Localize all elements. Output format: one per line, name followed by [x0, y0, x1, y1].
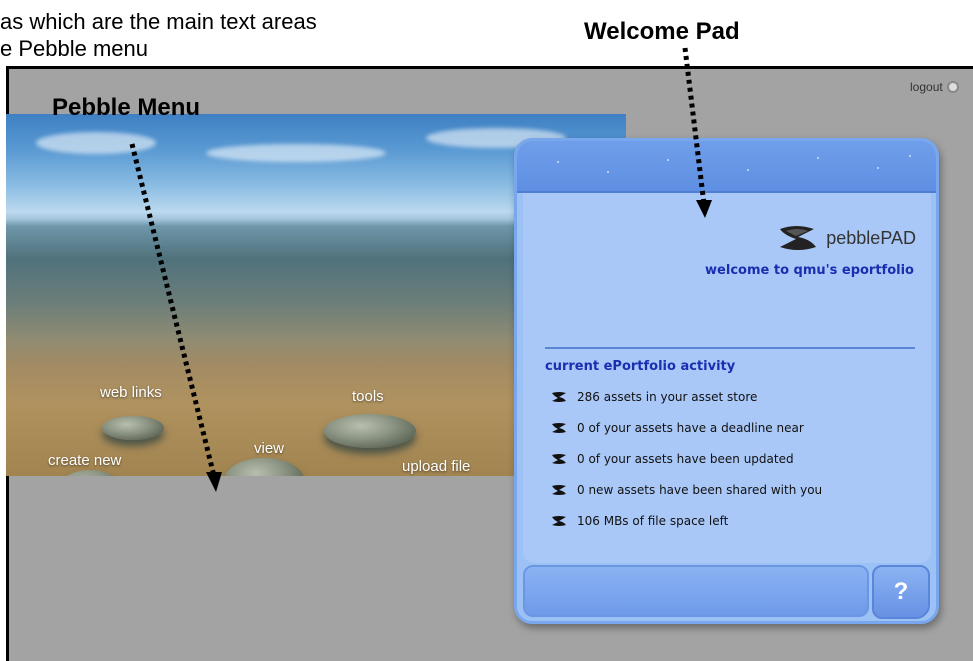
sparkle [667, 159, 669, 161]
help-button[interactable]: ? [872, 565, 930, 619]
logo-pad: PAD [880, 227, 916, 248]
divider [545, 347, 915, 349]
welcome-pad: pebblePAD welcome to qmu's eportfolio cu… [514, 138, 939, 624]
logo-text: pebblePAD [826, 228, 916, 249]
logout-icon[interactable] [946, 81, 959, 93]
sparkle [607, 171, 609, 173]
activity-item[interactable]: 0 of your assets have been updated [551, 443, 822, 474]
pebble-mark-icon [552, 453, 566, 464]
welcome-pad-annotation: Welcome Pad [584, 18, 740, 45]
sparkle [909, 155, 911, 157]
pebble-web-links[interactable] [102, 416, 164, 440]
pebble-label-view[interactable]: view [254, 440, 284, 457]
activity-item[interactable]: 0 of your assets have a deadline near [551, 412, 822, 443]
pebble-tools[interactable] [324, 414, 416, 448]
welcome-text: welcome to qmu's eportfolio [705, 263, 914, 278]
logo-pebble: pebble [826, 227, 881, 248]
sparkle [817, 157, 819, 159]
activity-item[interactable]: 286 assets in your asset store [551, 381, 822, 412]
pebblepad-logo: pebblePAD [776, 223, 916, 253]
pebble-label-upload-file[interactable]: upload file [402, 458, 470, 475]
activity-item-text[interactable]: 286 assets in your asset store [577, 390, 757, 404]
activity-item-text[interactable]: 0 of your assets have a deadline near [577, 421, 804, 435]
cloud [36, 132, 156, 154]
pebble-mark-icon [552, 484, 566, 495]
pad-footer [523, 565, 869, 617]
activity-item[interactable]: 0 new assets have been shared with you [551, 474, 822, 505]
sparkle [877, 167, 879, 169]
pebble-label-tools[interactable]: tools [352, 388, 384, 405]
activity-item-text[interactable]: 0 new assets have been shared with you [577, 483, 822, 497]
pebble-create-new[interactable] [54, 470, 126, 476]
pad-header [517, 141, 936, 193]
activity-item[interactable]: 106 MBs of file space left [551, 505, 822, 536]
pebble-mark-icon [552, 422, 566, 433]
annotation-line-2: e Pebble menu [0, 36, 148, 61]
activity-item-text[interactable]: 0 of your assets have been updated [577, 452, 794, 466]
annotation-caption: as which are the main text areas e Pebbl… [0, 8, 470, 61]
pebble-mark-icon [552, 515, 566, 526]
annotation-line-1: as which are the main text areas [0, 9, 317, 34]
activity-item-text[interactable]: 106 MBs of file space left [577, 514, 728, 528]
activity-title: current ePortfolio activity [545, 359, 736, 374]
pebble-view[interactable] [224, 458, 304, 476]
pebble-label-web-links[interactable]: web links [100, 384, 162, 401]
sparkle [557, 161, 559, 163]
logout-link[interactable]: logout [910, 80, 959, 94]
activity-list: 286 assets in your asset store 0 of your… [551, 381, 822, 536]
pebble-label-create-new[interactable]: create new [48, 452, 121, 469]
logout-label[interactable]: logout [910, 80, 943, 94]
pebblepad-logo-icon [780, 226, 817, 250]
pebble-mark-icon [552, 391, 566, 402]
sparkle [747, 169, 749, 171]
cloud [206, 144, 386, 162]
pebble-menu-annotation: Pebble Menu [52, 94, 201, 121]
